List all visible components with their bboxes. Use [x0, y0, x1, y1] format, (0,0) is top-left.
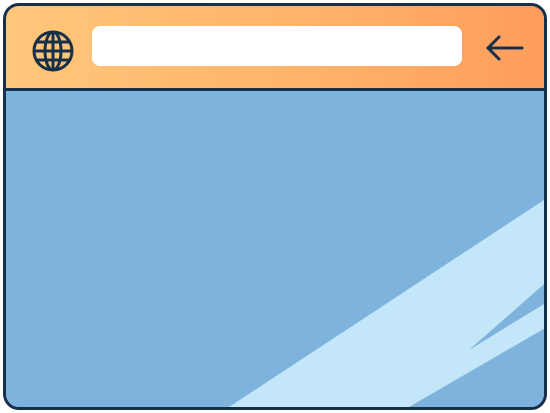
browser-title-bar	[6, 6, 544, 91]
address-bar[interactable]	[92, 26, 462, 66]
globe-icon	[30, 28, 76, 74]
back-button[interactable]	[480, 31, 528, 65]
arrow-left-icon	[480, 35, 528, 68]
glass-reflection	[229, 199, 544, 407]
browser-window	[3, 3, 547, 410]
page-content	[6, 91, 544, 407]
